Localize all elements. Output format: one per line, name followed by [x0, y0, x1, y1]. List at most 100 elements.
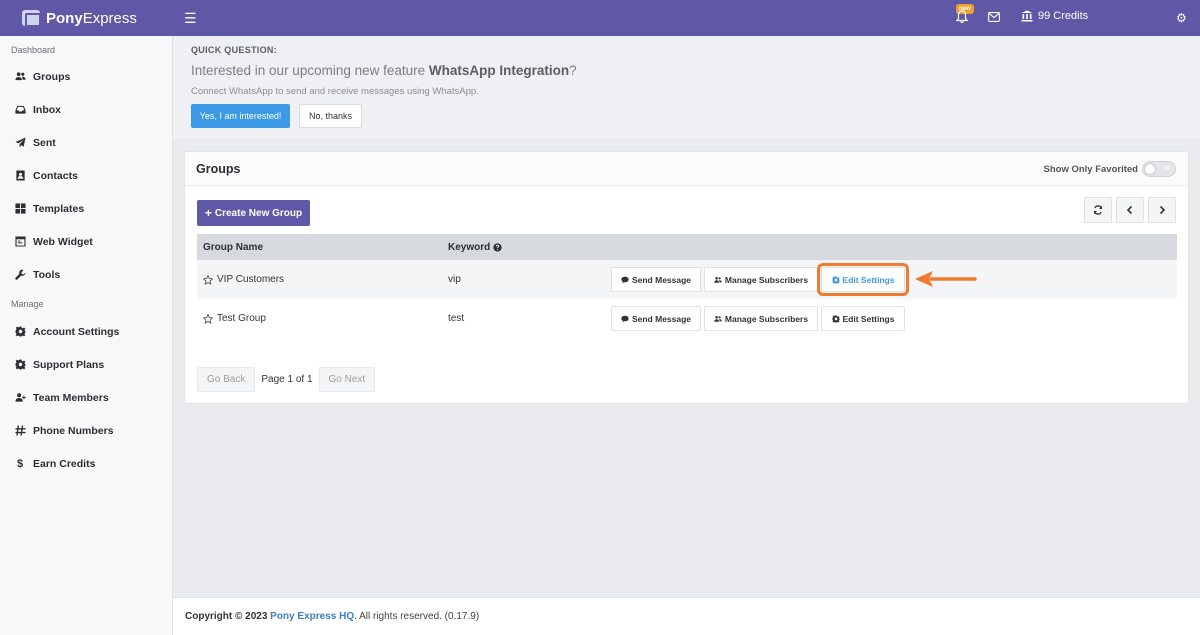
quick-question-actions: Yes, I am interested! No, thanks — [191, 104, 1200, 128]
grid-icon — [14, 203, 26, 215]
cogs-icon[interactable]: ⚙ — [1176, 11, 1187, 25]
groups-card: Groups Show Only Favorited off + Create … — [184, 151, 1189, 404]
gear-icon — [14, 326, 26, 338]
sidebar-item-label: Web Widget — [33, 235, 93, 248]
create-new-group-button[interactable]: + Create New Group — [197, 200, 310, 226]
quick-question-title: Interested in our upcoming new feature W… — [191, 63, 577, 78]
sidebar-item-team-members[interactable]: Team Members — [0, 381, 172, 414]
footer: Copyright © 2023 Pony Express HQ. All ri… — [173, 597, 1200, 635]
user-plus-icon — [14, 392, 26, 404]
yes-interested-button[interactable]: Yes, I am interested! — [191, 104, 290, 128]
no-thanks-button[interactable]: No, thanks — [299, 104, 362, 128]
sidebar-item-label: Tools — [33, 268, 61, 281]
brand[interactable]: PonyExpress — [0, 10, 172, 27]
chevron-left-icon — [1126, 205, 1133, 215]
brand-name: PonyExpress — [46, 9, 137, 27]
refresh-button[interactable] — [1084, 197, 1112, 223]
sidebar-section-manage: Manage — [11, 299, 44, 309]
sidebar-item-label: Inbox — [33, 103, 61, 116]
envelope-icon[interactable] — [988, 12, 1000, 22]
group-name[interactable]: Test Group — [217, 313, 266, 324]
users-icon — [14, 71, 26, 83]
send-message-button[interactable]: Send Message — [611, 267, 701, 292]
star-icon[interactable] — [203, 313, 213, 324]
quick-question-label: QUICK QUESTION: — [191, 45, 278, 55]
gear-icon — [14, 359, 26, 371]
edit-settings-button[interactable]: Edit Settings — [821, 306, 905, 331]
keyword-cell: test — [448, 313, 465, 324]
pagination: Go Back Page 1 of 1 Go Next — [197, 367, 376, 392]
users-icon — [714, 315, 722, 322]
sidebar-item-earn-credits[interactable]: $ Earn Credits — [0, 447, 172, 480]
column-header-keyword: Keyword — [448, 242, 611, 253]
footer-copyright: Copyright © 2023 — [185, 611, 268, 622]
sidebar-item-templates[interactable]: Templates — [0, 192, 172, 225]
users-icon — [714, 276, 722, 283]
group-name-cell: Test Group — [197, 313, 448, 324]
window-icon — [14, 236, 26, 248]
sidebar: Dashboard Groups Inbox Sent Contacts Tem… — [0, 36, 173, 635]
star-icon[interactable] — [203, 274, 213, 285]
sidebar-item-account-settings[interactable]: Account Settings — [0, 315, 172, 348]
manage-subscribers-button[interactable]: Manage Subscribers — [704, 306, 818, 331]
toggle-knob — [1144, 163, 1156, 175]
annotation-arrow-icon — [915, 271, 977, 287]
credits-link[interactable]: 99 Credits — [1021, 10, 1088, 22]
top-navbar: PonyExpress ☰ new 99 Credits ⚙ — [0, 0, 1200, 36]
sidebar-item-label: Phone Numbers — [33, 424, 114, 437]
question-circle-icon[interactable] — [493, 242, 502, 252]
address-book-icon — [14, 170, 26, 182]
comment-icon — [621, 315, 629, 322]
favorited-toggle[interactable]: off — [1142, 161, 1176, 177]
keyword-cell: vip — [448, 274, 461, 285]
sidebar-item-label: Contacts — [33, 169, 78, 182]
paper-plane-icon — [14, 137, 26, 149]
pony-logo-icon — [22, 10, 41, 27]
groups-table: Group Name Keyword VIP Customers vip Sen… — [197, 234, 1177, 338]
go-back-button[interactable]: Go Back — [197, 367, 256, 392]
quick-question-subtitle: Connect WhatsApp to send and receive mes… — [191, 86, 479, 97]
quick-question-banner: QUICK QUESTION: Interested in our upcomi… — [173, 36, 1200, 139]
row-actions: Send Message Manage Subscribers Edit Set… — [611, 306, 905, 331]
page-indicator: Page 1 of 1 — [261, 374, 313, 385]
dollar-icon: $ — [16, 457, 24, 470]
sidebar-item-groups[interactable]: Groups — [0, 60, 172, 93]
sidebar-section-dashboard: Dashboard — [11, 45, 56, 55]
credits-text: 99 Credits — [1038, 10, 1089, 22]
gear-icon — [831, 314, 840, 323]
table-row: VIP Customers vip Send Message Manage Su… — [197, 260, 1177, 299]
sidebar-item-label: Sent — [33, 136, 56, 149]
chevron-right-icon — [1159, 205, 1166, 215]
hamburger-menu-icon[interactable]: ☰ — [184, 10, 197, 27]
sidebar-item-tools[interactable]: Tools — [0, 258, 172, 291]
go-next-button[interactable]: Go Next — [318, 367, 376, 392]
next-button[interactable] — [1148, 197, 1176, 223]
groups-card-header: Groups Show Only Favorited off — [185, 152, 1188, 186]
send-message-button[interactable]: Send Message — [611, 306, 701, 331]
edit-settings-button[interactable]: Edit Settings — [817, 263, 909, 296]
sidebar-item-label: Account Settings — [33, 325, 120, 338]
group-name[interactable]: VIP Customers — [217, 274, 284, 285]
sidebar-item-label: Earn Credits — [33, 457, 96, 470]
inbox-icon — [14, 104, 26, 116]
sidebar-item-web-widget[interactable]: Web Widget — [0, 225, 172, 258]
sidebar-item-sent[interactable]: Sent — [0, 126, 172, 159]
wrench-icon — [14, 269, 26, 281]
favorited-filter: Show Only Favorited off — [1044, 161, 1176, 177]
hash-icon — [14, 425, 26, 437]
bell-icon[interactable] — [955, 10, 969, 24]
sidebar-item-support-plans[interactable]: Support Plans — [0, 348, 172, 381]
sidebar-item-label: Team Members — [33, 391, 109, 404]
bank-icon — [1021, 10, 1033, 22]
create-new-group-label: Create New Group — [214, 207, 303, 219]
footer-company-link[interactable]: Pony Express HQ — [270, 611, 354, 622]
comment-icon — [621, 276, 629, 283]
previous-button[interactable] — [1116, 197, 1144, 223]
sidebar-item-inbox[interactable]: Inbox — [0, 93, 172, 126]
sidebar-item-contacts[interactable]: Contacts — [0, 159, 172, 192]
table-nav-buttons — [1084, 197, 1176, 223]
sidebar-item-phone-numbers[interactable]: Phone Numbers — [0, 414, 172, 447]
table-row: Test Group test Send Message Manage Subs… — [197, 299, 1177, 338]
page-title: Groups — [196, 161, 241, 176]
manage-subscribers-button[interactable]: Manage Subscribers — [704, 267, 818, 292]
